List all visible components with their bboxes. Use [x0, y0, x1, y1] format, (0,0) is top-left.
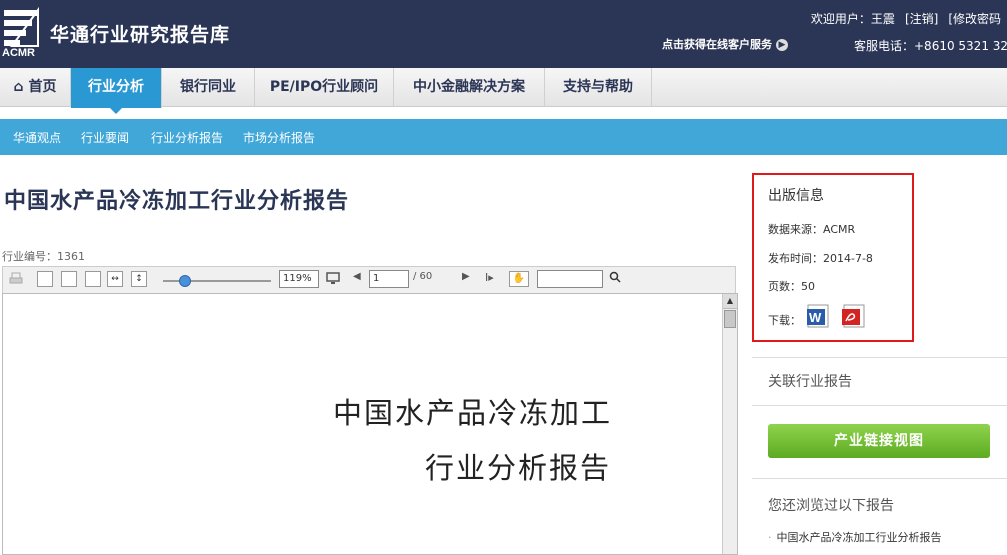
nav-industry-analysis[interactable]: 行业分析 — [71, 68, 162, 114]
sub-nav: 华通观点 行业要闻 行业分析报告 市场分析报告 — [0, 119, 1007, 155]
sidebar-divider — [752, 405, 1007, 406]
svg-text:W: W — [809, 310, 822, 325]
download-label: 下载： — [768, 314, 801, 327]
subnav-analysis-report[interactable]: 行业分析报告 — [151, 129, 223, 146]
doc-title-line1: 中国水产品冷冻加工 — [333, 396, 613, 430]
user-bar: 欢迎用户：王震 [注销] [修改密码 — [801, 10, 1001, 27]
fullscreen-icon[interactable] — [326, 271, 340, 287]
nav-support[interactable]: 支持与帮助 — [545, 68, 652, 106]
nav-pe-ipo[interactable]: PE/IPO行业顾问 — [255, 68, 394, 106]
scroll-thumb[interactable] — [724, 310, 736, 328]
text-select-icon[interactable]: I▸ — [485, 271, 494, 287]
subnav-viewpoint[interactable]: 华通观点 — [13, 129, 61, 146]
main-nav: ⌂ 首页 行业分析 银行同业 PE/IPO行业顾问 中小金融解决方案 支持与帮助 — [0, 68, 1007, 114]
document-viewer[interactable]: 中国水产品冷冻加工 行业分析报告 ▲ — [2, 293, 738, 555]
search-input[interactable] — [537, 270, 603, 288]
page-input[interactable]: 1 — [369, 270, 409, 288]
fit-height-icon[interactable]: ↕ — [131, 271, 147, 287]
history-item[interactable]: 中国水产品冷冻加工行业分析报告 — [768, 529, 942, 545]
data-source: 数据来源：ACMR — [768, 223, 856, 236]
viewer-toolbar: ↔ ↕ 119% ◀ 1 / 60 ▶ I▸ ✋ — [2, 266, 736, 294]
publish-date: 发布时间：2014-7-8 — [768, 252, 873, 265]
word-download-icon[interactable]: W — [806, 303, 832, 329]
two-page-icon[interactable] — [61, 271, 77, 287]
hand-tool-icon[interactable]: ✋ — [509, 271, 529, 287]
subnav-market-report[interactable]: 市场分析报告 — [243, 129, 315, 146]
logout-link[interactable]: [注销] — [905, 12, 938, 26]
nav-sme-finance[interactable]: 中小金融解决方案 — [394, 68, 545, 106]
history-title: 您还浏览过以下报告 — [768, 498, 894, 514]
nav-bank[interactable]: 银行同业 — [162, 68, 255, 106]
single-page-icon[interactable] — [37, 271, 53, 287]
zoom-input[interactable]: 119% — [279, 270, 319, 288]
logo-text: ACMR — [2, 47, 35, 59]
publication-info-title: 出版信息 — [768, 188, 824, 204]
arrow-right-icon: ▶ — [776, 39, 788, 51]
doc-title-line2: 行业分析报告 — [425, 451, 612, 485]
subnav-news[interactable]: 行业要闻 — [81, 129, 129, 146]
sidebar-divider — [752, 478, 1007, 479]
prev-page-icon[interactable]: ◀ — [353, 271, 361, 287]
home-icon: ⌂ — [13, 79, 24, 95]
brand-title[interactable]: 华通行业研究报告库 — [50, 20, 230, 47]
industry-code: 行业编号：1361 — [2, 250, 85, 263]
online-service-link[interactable]: 点击获得在线客户服务 ▶ — [662, 36, 788, 52]
header: ACMR 华通行业研究报告库 欢迎用户：王震 [注销] [修改密码 点击获得在线客户… — [0, 0, 1007, 68]
search-icon[interactable] — [609, 271, 621, 287]
print-icon[interactable] — [9, 271, 23, 287]
nav-home-label: 首页 — [28, 79, 57, 95]
related-reports-title: 关联行业报告 — [768, 374, 852, 390]
service-label: 点击获得在线客户服务 — [662, 38, 772, 51]
pdf-download-icon[interactable] — [840, 303, 866, 329]
nav-home[interactable]: ⌂ 首页 — [0, 68, 71, 106]
fit-width-icon[interactable]: ↔ — [107, 271, 123, 287]
sidebar-divider — [752, 357, 1007, 358]
zoom-slider-handle[interactable] — [179, 275, 191, 287]
scroll-up-icon[interactable]: ▲ — [723, 294, 737, 309]
change-password-link[interactable]: [修改密码 — [948, 12, 1001, 26]
publication-info-box: 出版信息 数据来源：ACMR 发布时间：2014-7-8 页数：50 下载： W — [752, 173, 914, 342]
thumbnail-grid-icon[interactable] — [85, 271, 101, 287]
page-total: / 60 — [413, 271, 433, 282]
next-page-icon[interactable]: ▶ — [462, 271, 470, 287]
industry-chain-button[interactable]: 产业链接视图 — [768, 424, 990, 458]
page-title: 中国水产品冷冻加工行业分析报告 — [4, 189, 350, 214]
service-phone: 客服电话：+8610 5321 325 — [854, 39, 1007, 53]
welcome-text: 欢迎用户：王震 — [810, 12, 895, 26]
page-count: 页数：50 — [768, 280, 815, 293]
viewer-scrollbar[interactable]: ▲ — [722, 294, 737, 554]
